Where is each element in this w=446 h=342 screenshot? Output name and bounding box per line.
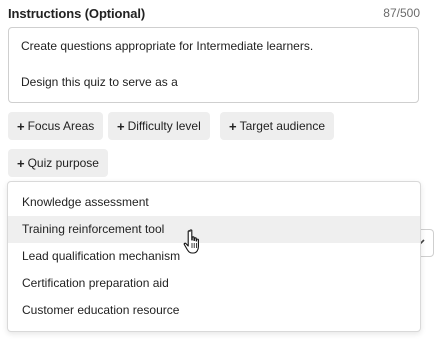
plus-icon: +	[17, 118, 25, 134]
dropdown-option-training-reinforcement-tool[interactable]: Training reinforcement tool	[8, 216, 420, 243]
instructions-label: Instructions (Optional)	[8, 5, 146, 21]
instructions-text-line: Design this quiz to serve as a	[21, 75, 178, 89]
dropdown-option-lead-qualification-mechanism[interactable]: Lead qualification mechanism	[8, 243, 420, 270]
hand-pointer-icon	[183, 229, 199, 254]
plus-icon: +	[229, 118, 237, 134]
character-count: 87/500	[383, 6, 420, 20]
chip-label: Difficulty level	[127, 119, 201, 133]
chip-label: Target audience	[239, 119, 325, 133]
instructions-text-line: Create questions appropriate for Interme…	[21, 39, 314, 53]
dropdown-option-customer-education-resource[interactable]: Customer education resource	[8, 297, 420, 324]
instructions-textarea[interactable]: Create questions appropriate for Interme…	[8, 27, 419, 103]
dropdown-option-knowledge-assessment[interactable]: Knowledge assessment	[8, 189, 420, 216]
plus-icon: +	[117, 118, 125, 134]
difficulty-level-chip[interactable]: + Difficulty level	[108, 112, 210, 140]
dropdown-option-certification-preparation-aid[interactable]: Certification preparation aid	[8, 270, 420, 297]
plus-icon: +	[17, 155, 25, 171]
instructions-label-row: Instructions (Optional) 87/500	[8, 4, 420, 22]
focus-areas-chip[interactable]: + Focus Areas	[8, 112, 104, 140]
chip-label: Quiz purpose	[27, 156, 99, 170]
quiz-purpose-dropdown: Knowledge assessment Training reinforcem…	[7, 181, 421, 332]
quiz-purpose-chip[interactable]: + Quiz purpose	[8, 149, 108, 177]
chip-label: Focus Areas	[27, 119, 95, 133]
target-audience-chip[interactable]: + Target audience	[220, 112, 334, 140]
